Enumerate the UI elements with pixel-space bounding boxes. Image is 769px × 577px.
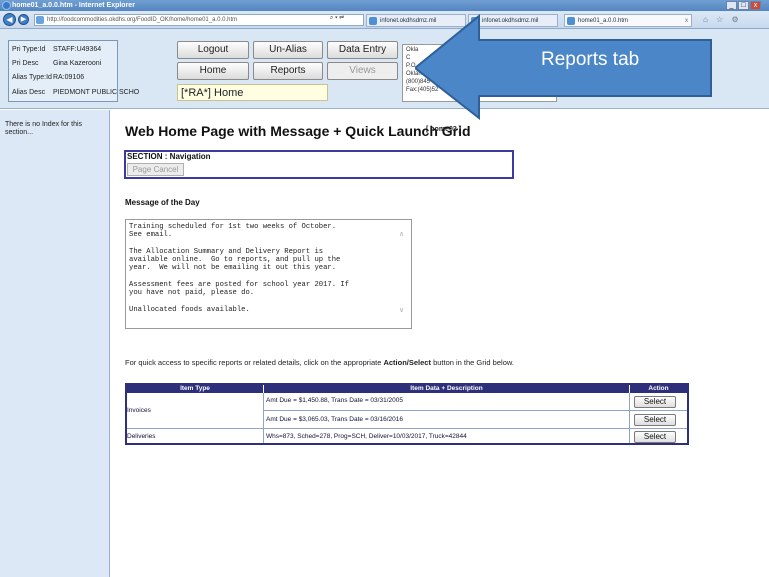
- reports-button[interactable]: Reports: [253, 62, 323, 80]
- select-button-deliveries[interactable]: Select: [634, 431, 676, 443]
- page-code: [ home02 ]: [426, 126, 462, 133]
- user-value: Gina Kazerooni: [53, 60, 102, 67]
- user-value: STAFF:U49364: [53, 46, 102, 53]
- tab-favicon-icon: [369, 17, 377, 25]
- user-row-pri-type: Pri Type:Id STAFF:U49364: [12, 46, 101, 53]
- user-value: PIEDMONT PUBLIC SCHO: [53, 89, 140, 96]
- maximize-button[interactable]: □: [738, 1, 749, 10]
- select-button-invoice-1[interactable]: Select: [634, 396, 676, 408]
- user-row-alias-desc: Alias Desc PIEDMONT PUBLIC SCHO: [12, 89, 139, 96]
- grid-cell-item-data: Whs=873, Sched=278, Prog=SCH, Deliver=10…: [266, 433, 467, 440]
- left-index-text: There is no Index for this section...: [5, 121, 83, 136]
- motd-textarea[interactable]: Training scheduled for 1st two weeks of …: [125, 219, 412, 329]
- grid-cell-item-type: Deliveries: [127, 433, 156, 440]
- user-value: RA:09106: [53, 74, 85, 81]
- select-button-invoice-2[interactable]: Select: [634, 414, 676, 426]
- home-button[interactable]: Home: [177, 62, 249, 80]
- grid-cell-item-data: Amt Due = $3,065.03, Trans Date = 03/16/…: [266, 416, 403, 423]
- page-favicon-icon: [36, 16, 44, 24]
- grid-divider: [629, 393, 630, 443]
- grid-header-item-data: Item Data + Description: [264, 385, 629, 393]
- left-index-pane: [0, 110, 110, 577]
- quick-text-after: button in the Grid below.: [430, 358, 514, 367]
- user-label: Pri Desc: [12, 60, 39, 67]
- data-entry-button[interactable]: Data Entry: [327, 41, 398, 59]
- page-title: Web Home Page with Message + Quick Launc…: [125, 123, 471, 139]
- window-title: home01_a.0.0.htm - Internet Explorer: [12, 2, 135, 9]
- scroll-up-icon[interactable]: ∧: [397, 230, 406, 238]
- grid-cell-item-data: Amt Due = $1,450.88, Trans Date = 03/31/…: [266, 397, 403, 404]
- back-arrow-icon[interactable]: ◀: [3, 13, 16, 26]
- views-button[interactable]: Views: [327, 62, 398, 80]
- user-label: Pri Type:Id: [12, 46, 46, 53]
- address-text: http://foodcommodities.okdhs.org/FoodID_…: [47, 17, 238, 23]
- window-titlebar: home01_a.0.0.htm - Internet Explorer: [0, 0, 769, 11]
- grid-header-item-type: Item Type: [127, 385, 263, 393]
- grid-divider: [263, 393, 264, 443]
- grid-cell-item-type: Invoices: [127, 407, 151, 414]
- forward-arrow-icon[interactable]: ▶: [18, 14, 29, 25]
- grid-divider: [264, 410, 687, 411]
- callout-label: Reports tab: [541, 49, 640, 70]
- logout-button[interactable]: Logout: [177, 41, 249, 59]
- quick-access-instructions: For quick access to specific reports or …: [125, 358, 514, 367]
- motd-title: Message of the Day: [125, 198, 200, 207]
- quick-text-bold: Action/Select: [383, 358, 431, 367]
- quick-text-before: For quick access to specific reports or …: [125, 358, 384, 367]
- ie-logo-icon: [2, 1, 11, 10]
- grid-divider: [127, 428, 687, 429]
- address-controls[interactable]: ⌕ ▾ ⇄: [330, 15, 362, 25]
- home-title: [*RA*] Home: [177, 84, 328, 101]
- grid-header-action: Action: [630, 385, 687, 393]
- close-window-button[interactable]: x: [750, 1, 761, 10]
- address-bar[interactable]: http://foodcommodities.okdhs.org/FoodID_…: [34, 14, 364, 26]
- user-label: Alias Type:Id: [12, 74, 52, 81]
- unalias-button[interactable]: Un-Alias: [253, 41, 323, 59]
- minimize-button[interactable]: _: [726, 1, 737, 10]
- contact-line: C: [406, 55, 411, 61]
- scroll-down-icon[interactable]: ∨: [397, 306, 406, 314]
- user-row-alias-type: Alias Type:IdRA:09106: [12, 74, 84, 81]
- page-cancel-button[interactable]: Page Cancel: [127, 163, 184, 176]
- user-row-pri-desc: Pri Desc Gina Kazerooni: [12, 60, 101, 67]
- user-label: Alias Desc: [12, 89, 46, 96]
- section-label: SECTION : Navigation: [127, 152, 211, 161]
- motd-scrollbar[interactable]: ∧ ∨: [393, 220, 410, 328]
